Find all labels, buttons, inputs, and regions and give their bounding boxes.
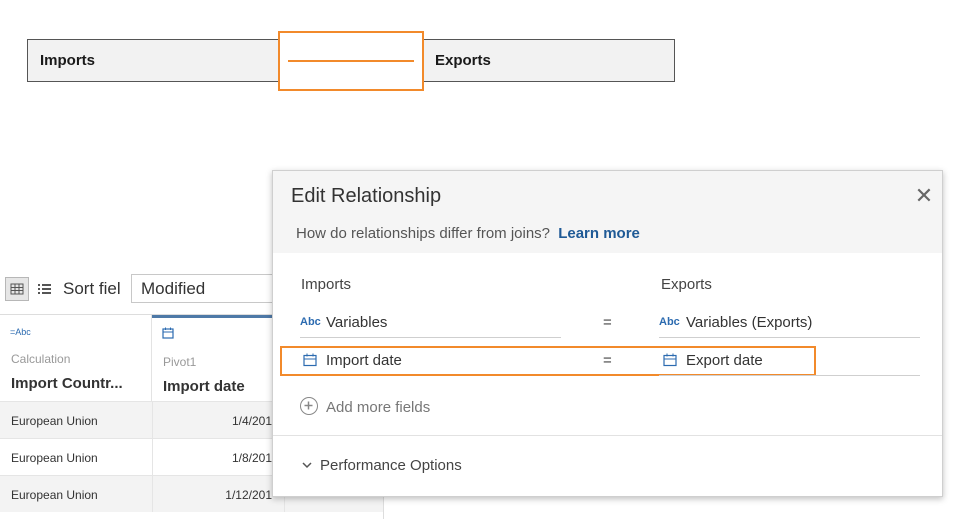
add-more-fields-label: Add more fields (326, 399, 431, 416)
column-source: Calculation (11, 352, 71, 366)
column-header-import-date[interactable]: Pivot1 Import date (152, 315, 284, 401)
column-header-import-country[interactable]: =Abc Calculation Import Countr... (0, 315, 152, 401)
operator-equals[interactable]: = (603, 352, 612, 369)
table-cell: European Union (11, 451, 98, 465)
calendar-icon (303, 353, 317, 371)
calendar-icon (663, 353, 677, 371)
list-icon (38, 284, 51, 294)
right-field-export-date[interactable]: Export date (663, 349, 925, 375)
left-field-label: Import date (326, 352, 402, 369)
imports-table-label: Imports (40, 52, 96, 69)
string-type-icon: Abc (659, 316, 680, 328)
list-view-button[interactable] (36, 280, 54, 298)
sort-field-select[interactable]: Modified (131, 274, 281, 303)
right-field-variables-exports[interactable]: Abc Variables (Exports) (659, 311, 921, 337)
column-source: Pivot1 (163, 355, 197, 369)
table-cell: 1/4/201 (231, 414, 272, 428)
column-name: Import date (163, 378, 245, 395)
close-icon[interactable]: ✕ (913, 185, 935, 207)
performance-options-label: Performance Options (320, 457, 462, 474)
help-question: How do relationships differ from joins? (296, 225, 551, 242)
right-field-label: Variables (Exports) (686, 314, 813, 331)
chevron-down-icon (301, 458, 313, 470)
plus-circle-icon (300, 397, 318, 415)
imports-table-card[interactable]: Imports (27, 39, 289, 82)
grid-icon (10, 283, 24, 295)
column-name: Import Countr... (11, 375, 123, 392)
table-cell: 1/8/201 (231, 451, 272, 465)
dialog-title: Edit Relationship (291, 185, 442, 207)
sort-field-label: Sort fiel (63, 279, 121, 298)
right-table-header: Exports (661, 276, 712, 293)
table-cell: 1/12/201 (225, 488, 272, 502)
left-field-variables[interactable]: Abc Variables (300, 311, 562, 337)
grid-view-button[interactable] (5, 277, 29, 301)
string-type-icon: Abc (300, 316, 321, 328)
table-cell: European Union (11, 488, 98, 502)
exports-table-card[interactable]: Exports (413, 39, 675, 82)
left-field-import-date[interactable]: Import date (303, 349, 565, 375)
exports-table-label: Exports (435, 52, 491, 69)
divider (273, 435, 942, 436)
calendar-icon[interactable] (162, 327, 174, 341)
operator-equals[interactable]: = (603, 314, 612, 331)
right-field-label: Export date (686, 352, 763, 369)
left-field-label: Variables (326, 314, 388, 331)
string-calc-type-icon[interactable]: =Abc (10, 327, 31, 337)
dialog-header: Edit Relationship ✕ How do relationships… (273, 171, 942, 253)
table-cell: European Union (11, 414, 98, 428)
edit-relationship-dialog: Edit Relationship ✕ How do relationships… (272, 170, 943, 497)
dialog-subtitle: How do relationships differ from joins? … (296, 225, 640, 242)
relationship-noodle[interactable] (288, 60, 414, 62)
left-table-header: Imports (301, 276, 352, 293)
learn-more-link[interactable]: Learn more (558, 225, 640, 242)
